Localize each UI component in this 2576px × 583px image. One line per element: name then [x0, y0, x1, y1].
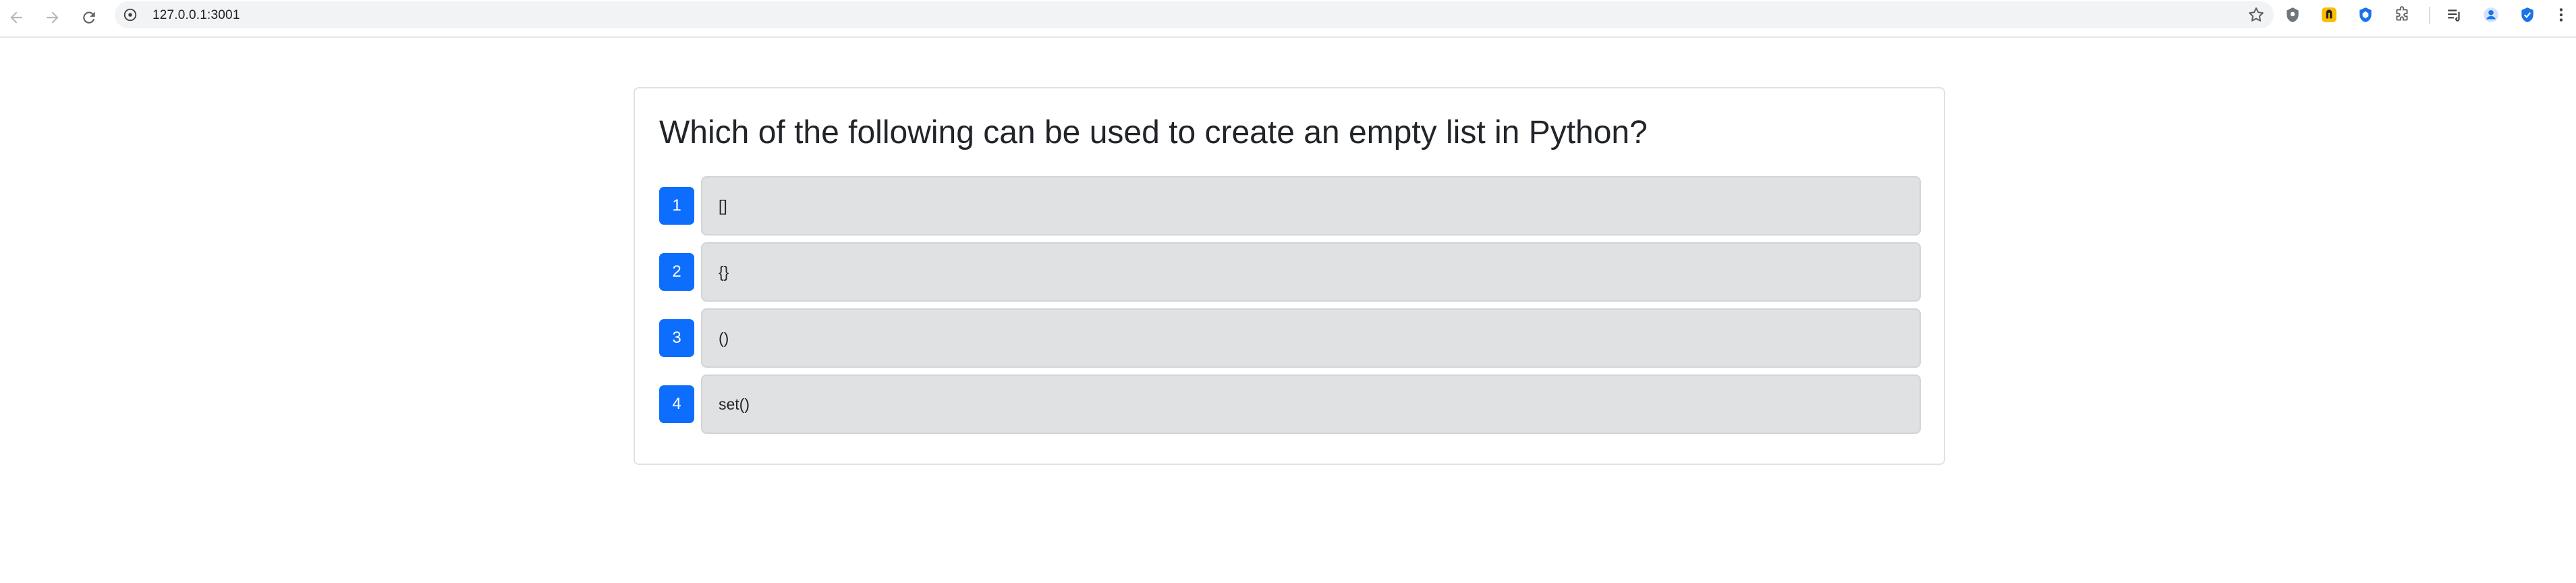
- option-number-badge: 4: [659, 385, 694, 423]
- extensions-puzzle-icon: [2396, 6, 2408, 21]
- option-number-badge: 3: [659, 319, 694, 357]
- extension-gray-badge-icon: [2287, 7, 2299, 22]
- browser-toolbar: 127.0.0.1:3001: [0, 0, 2576, 38]
- answer-button-4[interactable]: set(): [701, 374, 1921, 434]
- extension-yellow-badge-icon: [2322, 7, 2336, 22]
- forward-button[interactable]: [39, 4, 66, 31]
- reading-list-button[interactable]: [2445, 5, 2464, 24]
- question-title: Which of the following can be used to cr…: [659, 115, 1648, 150]
- profile-button[interactable]: [2482, 5, 2500, 24]
- toolbar-divider: [2429, 7, 2430, 24]
- profile-icon: [2484, 7, 2498, 22]
- extensions-button[interactable]: [2392, 5, 2411, 24]
- security-extension-button[interactable]: [2518, 5, 2537, 24]
- answer-button-3[interactable]: (): [701, 308, 1921, 368]
- option-row-4: 4 set(): [659, 374, 1921, 434]
- extension-blue-shield-button[interactable]: [2356, 5, 2375, 24]
- option-number-badge: 2: [659, 253, 694, 291]
- reload-button[interactable]: [76, 4, 103, 31]
- reload-icon: [83, 11, 95, 24]
- back-button[interactable]: [3, 4, 30, 31]
- url-text[interactable]: 127.0.0.1:3001: [152, 8, 240, 23]
- extension-blue-shield-icon: [2359, 7, 2372, 22]
- star-icon[interactable]: [2247, 5, 2266, 24]
- blue-check-shield-icon: [2521, 7, 2533, 22]
- more-menu-button[interactable]: [2552, 5, 2571, 24]
- extension-gray-badge-button[interactable]: [2283, 5, 2302, 24]
- extension-yellow-badge-button[interactable]: [2320, 5, 2339, 24]
- quiz-card: Which of the following can be used to cr…: [634, 87, 1945, 465]
- reading-list-icon: [2448, 9, 2460, 22]
- answer-button-2[interactable]: {}: [701, 242, 1921, 302]
- site-info-icon[interactable]: [123, 7, 138, 22]
- option-number-badge: 1: [659, 187, 694, 225]
- address-bar[interactable]: 127.0.0.1:3001: [115, 1, 2274, 28]
- option-row-1: 1 []: [659, 176, 1921, 235]
- option-row-3: 3 (): [659, 308, 1921, 368]
- arrow-left-icon: [10, 11, 22, 24]
- answer-button-1[interactable]: []: [701, 176, 1921, 235]
- arrow-right-icon: [47, 11, 59, 24]
- more-menu-icon: [2559, 8, 2563, 22]
- option-row-2: 2 {}: [659, 242, 1921, 302]
